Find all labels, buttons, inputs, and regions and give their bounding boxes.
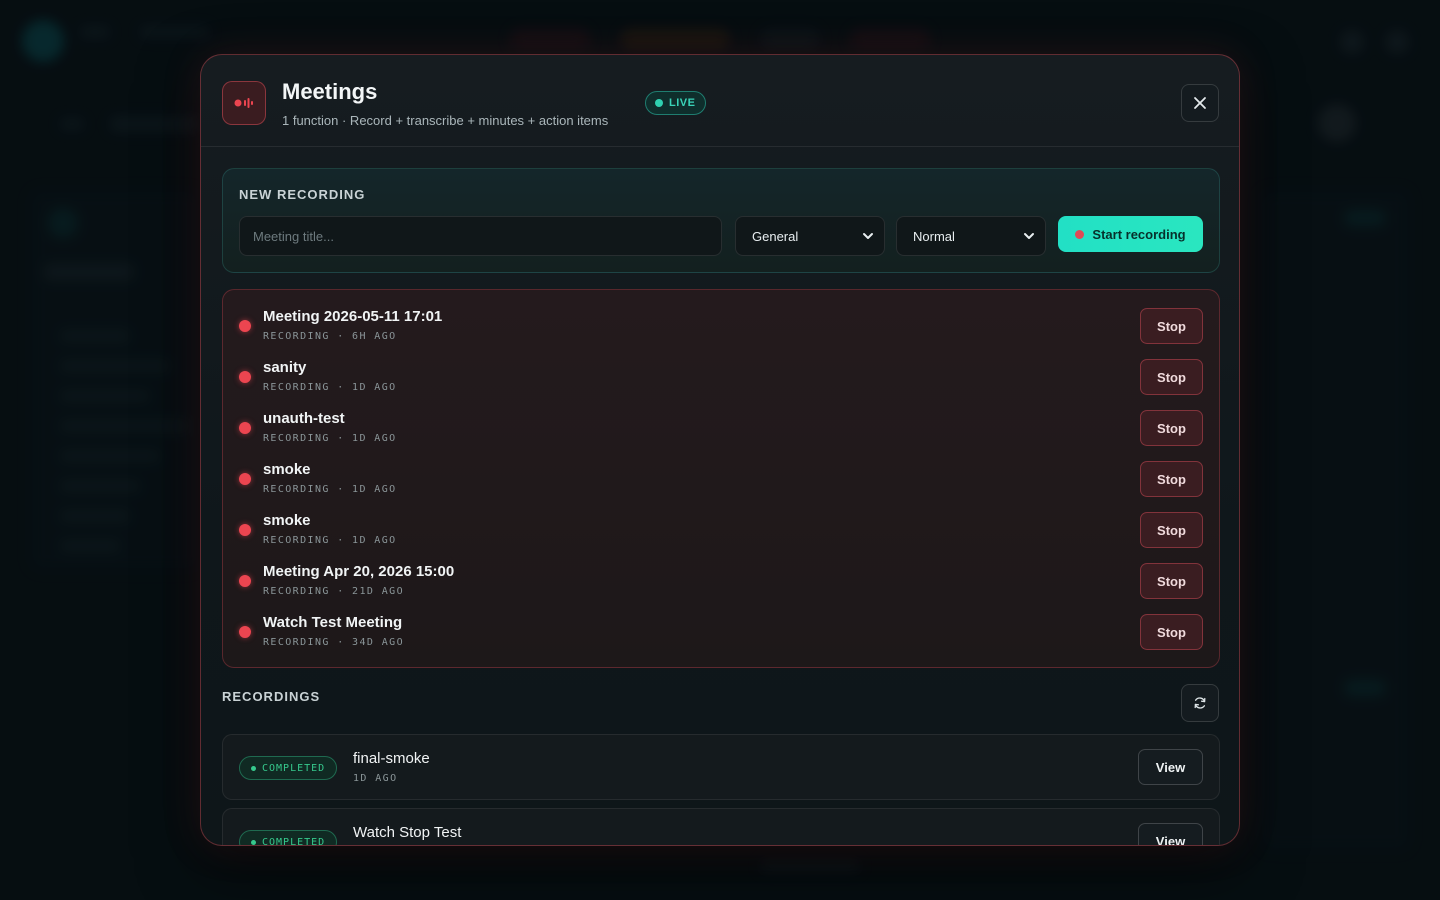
stop-button[interactable]: Stop: [1140, 410, 1203, 446]
recording-title: Watch Test Meeting: [263, 614, 403, 631]
start-recording-label: Start recording: [1092, 226, 1186, 242]
stop-button[interactable]: Stop: [1140, 308, 1203, 344]
recording-meta: RECORDING · 34D AGO: [263, 637, 404, 648]
modal-title: Meetings: [282, 79, 378, 104]
chevron-down-icon: [1024, 233, 1034, 239]
status-badge: COMPLETED: [239, 830, 338, 846]
active-recording-row: Meeting Apr 20, 2026 15:00 RECORDING · 2…: [223, 545, 1219, 599]
live-dot-icon: [655, 99, 663, 107]
meeting-title-input[interactable]: [239, 216, 722, 256]
record-dot-icon: [1075, 229, 1085, 239]
recording-card-title: Watch Stop Test: [353, 824, 462, 841]
modal-header: Meetings 1 function · Record + transcrib…: [201, 55, 1239, 147]
new-recording-panel: NEW RECORDING General Normal Start recor…: [222, 168, 1220, 273]
recording-title: smoke: [263, 461, 311, 478]
new-recording-label: NEW RECORDING: [239, 187, 366, 202]
priority-select-value: Normal: [913, 228, 955, 244]
live-badge: LIVE: [645, 91, 707, 115]
stop-button[interactable]: Stop: [1140, 512, 1203, 548]
chevron-down-icon: [863, 233, 873, 239]
close-icon: [1194, 97, 1206, 109]
status-dot-icon: [251, 839, 256, 845]
recording-dot-icon: [239, 626, 251, 638]
active-recording-row: Meeting 2026-05-11 17:01 RECORDING · 6H …: [223, 290, 1219, 344]
category-select[interactable]: General: [735, 216, 885, 256]
view-button[interactable]: View: [1138, 823, 1203, 845]
status-dot-icon: [251, 765, 256, 771]
active-recording-row: unauth-test RECORDING · 1D AGO Stop: [223, 392, 1219, 446]
stop-button[interactable]: Stop: [1140, 461, 1203, 497]
status-badge: COMPLETED: [239, 756, 338, 780]
refresh-button[interactable]: [1181, 684, 1219, 722]
start-recording-button[interactable]: Start recording: [1058, 216, 1203, 252]
stop-button[interactable]: Stop: [1140, 359, 1203, 395]
recording-title: Meeting 2026-05-11 17:01: [263, 308, 443, 325]
recording-dot-icon: [239, 422, 251, 434]
status-label: COMPLETED: [262, 836, 326, 846]
recording-dot-icon: [239, 473, 251, 485]
active-recording-row: smoke RECORDING · 1D AGO Stop: [223, 494, 1219, 548]
recordings-section-title: RECORDINGS: [222, 689, 321, 704]
recording-title: unauth-test: [263, 410, 345, 427]
recording-dot-icon: [239, 575, 251, 587]
refresh-icon: [1194, 697, 1206, 709]
active-recording-row: Watch Test Meeting RECORDING · 34D AGO S…: [223, 596, 1219, 650]
active-recordings-list: Meeting 2026-05-11 17:01 RECORDING · 6H …: [222, 289, 1220, 668]
recording-title: sanity: [263, 359, 307, 376]
record-wave-icon: [222, 81, 266, 125]
recording-title: smoke: [263, 512, 311, 529]
active-recording-row: smoke RECORDING · 1D AGO Stop: [223, 443, 1219, 497]
close-button[interactable]: [1181, 84, 1219, 122]
priority-select[interactable]: Normal: [896, 216, 1046, 256]
recording-dot-icon: [239, 371, 251, 383]
recording-card: COMPLETED Watch Stop Test View: [222, 808, 1220, 846]
view-button[interactable]: View: [1138, 749, 1203, 785]
stop-button[interactable]: Stop: [1140, 614, 1203, 650]
recording-dot-icon: [239, 320, 251, 332]
meetings-modal: Meetings 1 function · Record + transcrib…: [200, 54, 1240, 846]
recording-card-meta: 1D AGO: [353, 773, 398, 784]
recording-card: COMPLETED final-smoke 1D AGO View: [222, 734, 1220, 800]
recording-dot-icon: [239, 524, 251, 536]
active-recording-row: sanity RECORDING · 1D AGO Stop: [223, 341, 1219, 395]
live-label: LIVE: [669, 97, 696, 109]
modal-subtitle: 1 function · Record + transcribe + minut…: [282, 113, 609, 128]
recording-title: Meeting Apr 20, 2026 15:00: [263, 563, 455, 580]
status-label: COMPLETED: [262, 762, 326, 774]
recording-card-title: final-smoke: [353, 750, 430, 767]
stop-button[interactable]: Stop: [1140, 563, 1203, 599]
category-select-value: General: [752, 228, 799, 244]
